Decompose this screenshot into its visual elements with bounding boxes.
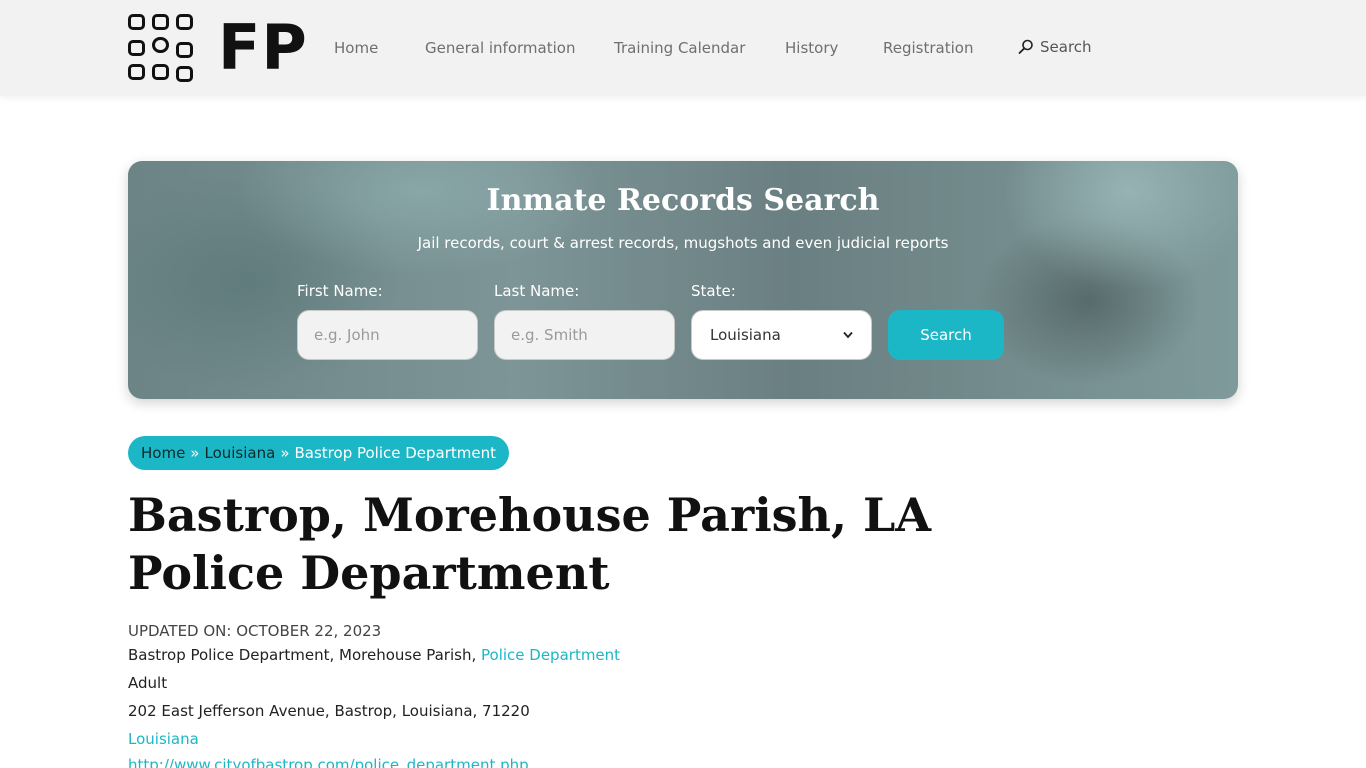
address: 202 East Jefferson Avenue, Bastrop, Loui… [128,702,530,720]
nav-registration[interactable]: Registration [883,39,973,57]
hero-title: Inmate Records Search [486,183,880,218]
last-name-label: Last Name: [494,282,580,300]
site-header: FP Home General information Training Cal… [0,0,1366,96]
nav-general-information[interactable]: General information [425,39,575,57]
logo-grid-icon [128,14,196,82]
inmate-search-panel: Inmate Records Search Jail records, cour… [128,161,1238,399]
breadcrumb-separator: » [190,444,200,462]
first-name-input[interactable] [297,310,478,360]
site-logo[interactable]: FP [128,14,308,82]
first-name-label: First Name: [297,282,383,300]
nav-history[interactable]: History [785,39,838,57]
nav-training-calendar[interactable]: Training Calendar [614,39,745,57]
nav-home[interactable]: Home [334,39,378,57]
state-link[interactable]: Louisiana [128,730,199,748]
breadcrumb: Home » Louisiana » Bastrop Police Depart… [128,436,510,470]
breadcrumb-current: Bastrop Police Department [294,444,497,462]
breadcrumb-state[interactable]: Louisiana [204,444,275,462]
logo-text: FP [218,11,308,84]
state-select-value: Louisiana [710,326,781,344]
nav-search-label: Search [1040,38,1092,56]
inmate-search-button[interactable]: Search [888,310,1004,360]
hero-subtitle: Jail records, court & arrest records, mu… [417,234,949,252]
department-info-line: Bastrop Police Department, Morehouse Par… [128,646,620,664]
page-title: Bastrop, Morehouse Parish, LA Police Dep… [128,488,932,600]
state-label: State: [691,282,736,300]
website-link[interactable]: http://www.cityofbastrop.com/police_depa… [128,756,529,768]
search-icon [1018,39,1033,54]
facility-type: Adult [128,674,168,692]
category-police-department-link[interactable]: Police Department [481,646,620,664]
breadcrumb-home[interactable]: Home [141,444,185,462]
last-name-input[interactable] [494,310,675,360]
department-name-text: Bastrop Police Department, Morehouse Par… [128,646,477,664]
chevron-down-icon [843,331,853,339]
state-select[interactable]: Louisiana [691,310,872,360]
nav-search-button[interactable]: Search [1018,38,1092,56]
updated-date: UPDATED ON: OCTOBER 22, 2023 [128,622,382,640]
breadcrumb-separator: » [280,444,290,462]
